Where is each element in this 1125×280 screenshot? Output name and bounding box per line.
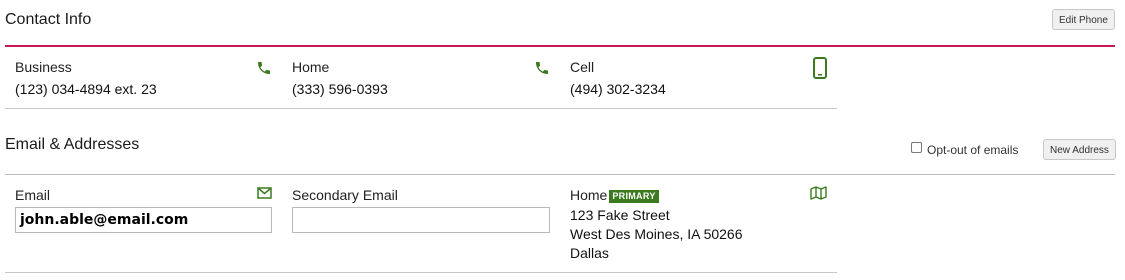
email-addresses-title: Email & Addresses bbox=[5, 136, 140, 153]
email-field[interactable]: john.able@email.com bbox=[15, 207, 272, 233]
mobile-phone-icon[interactable] bbox=[813, 57, 827, 84]
phone-home-label: Home bbox=[292, 59, 330, 75]
opt-out-label[interactable]: Opt-out of emails bbox=[927, 143, 1018, 157]
phone-cell-label: Cell bbox=[570, 59, 595, 75]
email-section-divider bbox=[5, 174, 1115, 175]
contact-info-divider bbox=[5, 45, 1115, 47]
phone-business-value: (123) 034-4894 ext. 23 bbox=[15, 81, 157, 97]
phone-cell: Cell (494) 302-3234 bbox=[570, 59, 666, 97]
address-street: 123 Fake Street bbox=[570, 207, 670, 223]
address-label: Home bbox=[570, 187, 608, 203]
phone-home: Home (333) 596-0393 bbox=[292, 59, 388, 97]
phone-home-value: (333) 596-0393 bbox=[292, 81, 388, 97]
address-label-row: Home PRIMARY bbox=[570, 187, 743, 203]
phone-icon[interactable] bbox=[534, 60, 550, 81]
edit-phone-button[interactable]: Edit Phone bbox=[1052, 9, 1115, 30]
phone-icon[interactable] bbox=[256, 60, 272, 81]
primary-badge: PRIMARY bbox=[609, 190, 659, 203]
address-home: Home PRIMARY 123 Fake Street West Des Moi… bbox=[570, 187, 743, 261]
opt-out-checkbox[interactable] bbox=[911, 142, 922, 153]
phone-business: Business (123) 034-4894 ext. 23 bbox=[15, 59, 157, 97]
envelope-icon[interactable] bbox=[257, 186, 272, 204]
phone-business-label: Business bbox=[15, 59, 72, 75]
address-extra: Dallas bbox=[570, 245, 609, 261]
secondary-email-field[interactable] bbox=[292, 207, 550, 233]
phone-cell-value: (494) 302-3234 bbox=[570, 81, 666, 97]
address-row-divider bbox=[5, 272, 837, 273]
secondary-email-label: Secondary Email bbox=[292, 187, 398, 203]
new-address-button[interactable]: New Address bbox=[1043, 139, 1116, 160]
contact-info-title: Contact Info bbox=[5, 11, 92, 28]
phone-row-divider bbox=[5, 108, 837, 109]
address-city-state-zip: West Des Moines, IA 50266 bbox=[570, 226, 743, 242]
map-icon[interactable] bbox=[810, 186, 827, 205]
email-label: Email bbox=[15, 187, 51, 203]
